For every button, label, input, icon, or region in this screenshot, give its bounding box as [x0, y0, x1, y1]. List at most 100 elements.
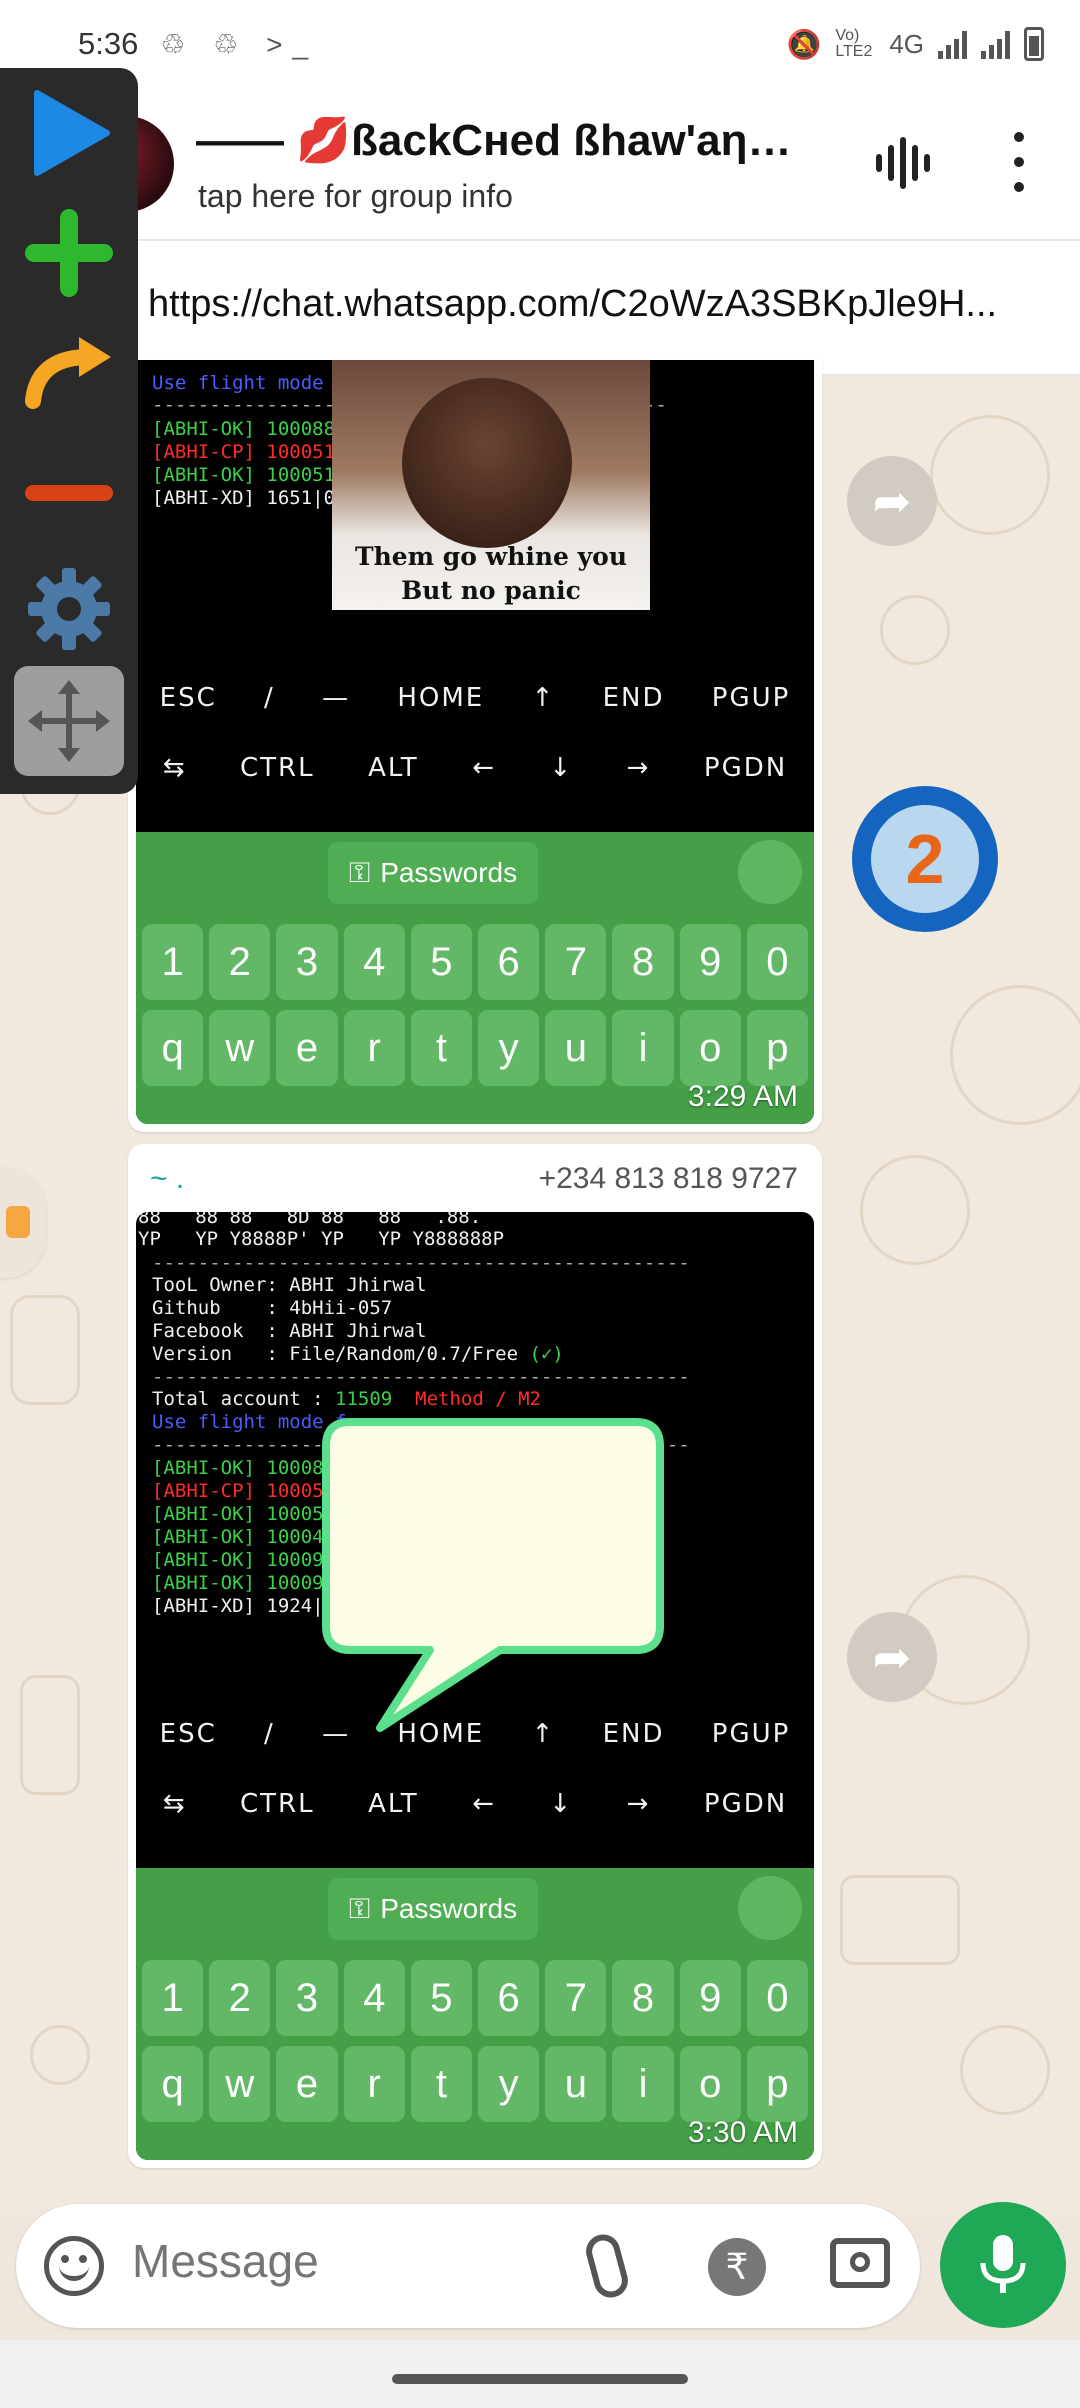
key-down[interactable]: ↓: [549, 1789, 573, 1819]
key-home[interactable]: HOME: [397, 1719, 484, 1749]
key[interactable]: 2: [209, 1960, 271, 2036]
key[interactable]: 2: [209, 924, 271, 1000]
key-pgdn[interactable]: PGDN: [704, 1789, 787, 1819]
floating-bubble-badge[interactable]: 2: [852, 786, 998, 932]
key[interactable]: 1: [142, 1960, 204, 2036]
extra-keys-row[interactable]: ESC / — HOME ↑ END PGUP: [136, 662, 814, 734]
key[interactable]: 5: [410, 924, 473, 1000]
more-vert-icon[interactable]: [1004, 132, 1034, 192]
key[interactable]: r: [343, 2046, 405, 2122]
message-input[interactable]: [132, 2234, 552, 2288]
key-right[interactable]: →: [627, 1789, 651, 1819]
key[interactable]: i: [612, 2046, 674, 2122]
home-gesture-pill[interactable]: [392, 2374, 688, 2384]
key[interactable]: 8: [612, 1960, 674, 2036]
key[interactable]: u: [545, 1010, 607, 1086]
gear-icon[interactable]: [14, 554, 124, 664]
key[interactable]: o: [679, 2046, 741, 2122]
key[interactable]: p: [746, 1010, 809, 1086]
mic-button[interactable]: [940, 2202, 1066, 2328]
key[interactable]: w: [209, 2046, 271, 2122]
key[interactable]: t: [410, 1010, 473, 1086]
screenshot-image[interactable]: 88 88 88 8D 88 88 .88. YP YP Y8888P' YP …: [136, 1212, 814, 2160]
keyboard-mic-icon[interactable]: [738, 1876, 802, 1940]
keyboard-mic-icon[interactable]: [738, 840, 802, 904]
key-end[interactable]: END: [603, 683, 665, 713]
key-esc[interactable]: ESC: [160, 1719, 217, 1749]
key-pgdn[interactable]: PGDN: [704, 753, 787, 783]
chat-header[interactable]: —— 💋ßackCнed ßhaw'aη🙈 ... tap here for g…: [0, 88, 1080, 240]
key[interactable]: 3: [276, 924, 338, 1000]
key-right[interactable]: →: [627, 753, 651, 783]
passwords-chip[interactable]: ⚿ Passwords: [328, 1878, 538, 1940]
key[interactable]: y: [478, 1010, 540, 1086]
key-tab[interactable]: ⇆: [163, 753, 187, 783]
key[interactable]: y: [478, 2046, 540, 2122]
play-icon[interactable]: [14, 78, 124, 188]
group-name[interactable]: —— 💋ßackCнed ßhaw'aη🙈 ...: [196, 114, 836, 166]
key[interactable]: 1: [142, 924, 204, 1000]
key-down[interactable]: ↓: [549, 753, 573, 783]
key[interactable]: 5: [410, 1960, 473, 2036]
key-end[interactable]: END: [603, 1719, 665, 1749]
extra-keys-row[interactable]: ⇆ CTRL ALT ← ↓ → PGDN: [136, 732, 814, 804]
add-icon[interactable]: [14, 198, 124, 308]
group-info-hint[interactable]: tap here for group info: [198, 178, 513, 215]
extra-keys-row[interactable]: ESC / — HOME ↑ END PGUP: [136, 1698, 814, 1770]
key-slash[interactable]: /: [264, 1719, 275, 1749]
key-pgup[interactable]: PGUP: [712, 1719, 791, 1749]
emoji-icon[interactable]: [44, 2236, 104, 2296]
key[interactable]: p: [746, 2046, 809, 2122]
message-bubble[interactable]: Use flight mode ------------------------…: [128, 360, 822, 1132]
key[interactable]: o: [679, 1010, 741, 1086]
move-icon[interactable]: [14, 666, 124, 776]
key[interactable]: q: [142, 1010, 204, 1086]
key[interactable]: 6: [478, 924, 540, 1000]
extra-keys-row[interactable]: ⇆ CTRL ALT ← ↓ → PGDN: [136, 1768, 814, 1840]
remove-icon[interactable]: [14, 438, 124, 548]
key[interactable]: w: [209, 1010, 271, 1086]
key-alt[interactable]: ALT: [368, 753, 419, 783]
key[interactable]: q: [142, 2046, 204, 2122]
redo-arrow-icon[interactable]: [14, 318, 124, 428]
forward-icon[interactable]: ➦: [847, 1612, 937, 1702]
sender-name[interactable]: ~ .: [150, 1162, 184, 1196]
paperclip-icon[interactable]: [582, 2230, 632, 2302]
key[interactable]: 8: [612, 924, 674, 1000]
key[interactable]: e: [276, 1010, 338, 1086]
key[interactable]: t: [410, 2046, 473, 2122]
pinned-link[interactable]: https://chat.whatsapp.com/C2oWzA3SBKpJle…: [148, 283, 1058, 326]
key[interactable]: 6: [478, 1960, 540, 2036]
key-tab[interactable]: ⇆: [163, 1789, 187, 1819]
camera-icon[interactable]: [830, 2238, 890, 2288]
key[interactable]: 4: [343, 924, 405, 1000]
key-alt[interactable]: ALT: [368, 1789, 419, 1819]
key[interactable]: 0: [746, 924, 809, 1000]
key-ctrl[interactable]: CTRL: [240, 1789, 315, 1819]
key-pgup[interactable]: PGUP: [712, 683, 791, 713]
key[interactable]: 4: [343, 1960, 405, 2036]
key[interactable]: 7: [545, 1960, 607, 2036]
forward-icon[interactable]: ➦: [847, 456, 937, 546]
rupee-payment-icon[interactable]: ₹: [708, 2238, 766, 2296]
key-dash[interactable]: —: [322, 683, 350, 713]
key-home[interactable]: HOME: [397, 683, 484, 713]
message-bubble[interactable]: ~ . +234 813 818 9727 88 88 88 8D 88 88 …: [128, 1144, 822, 2168]
key[interactable]: 3: [276, 1960, 338, 2036]
key-left[interactable]: ←: [472, 753, 496, 783]
key-esc[interactable]: ESC: [160, 683, 217, 713]
passwords-chip[interactable]: ⚿ Passwords: [328, 842, 538, 904]
voice-call-icon[interactable]: [876, 136, 932, 190]
key-ctrl[interactable]: CTRL: [240, 753, 315, 783]
key-up[interactable]: ↑: [532, 683, 556, 713]
key-dash[interactable]: —: [322, 1719, 350, 1749]
key-up[interactable]: ↑: [532, 1719, 556, 1749]
key[interactable]: 9: [679, 924, 741, 1000]
key[interactable]: u: [545, 2046, 607, 2122]
key[interactable]: e: [276, 2046, 338, 2122]
key[interactable]: i: [612, 1010, 674, 1086]
key[interactable]: 9: [679, 1960, 741, 2036]
key[interactable]: 7: [545, 924, 607, 1000]
key-left[interactable]: ←: [472, 1789, 496, 1819]
pinned-message-bar[interactable]: https://chat.whatsapp.com/C2oWzA3SBKpJle…: [0, 241, 1080, 375]
